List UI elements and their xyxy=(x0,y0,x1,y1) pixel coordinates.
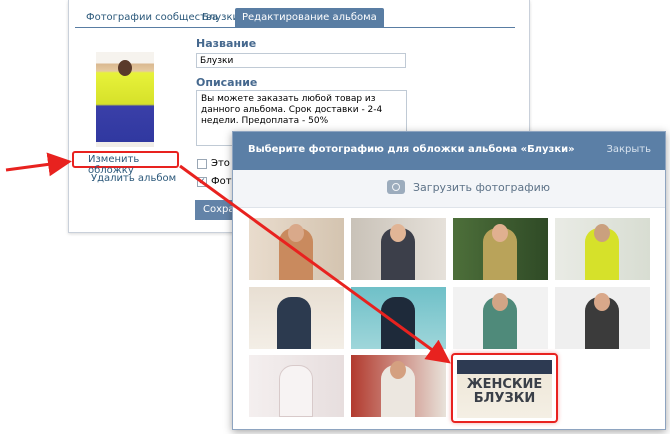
album-cover-image xyxy=(96,52,154,147)
dialog-header: Выберите фотографию для обложки альбома … xyxy=(233,132,665,170)
photo-thumb[interactable] xyxy=(351,287,446,349)
blouses-cover-image: ЖЕНСКИЕ БЛУЗКИ xyxy=(457,360,552,418)
album-name-input[interactable]: Блузки xyxy=(196,53,406,68)
highlighted-cover-thumb[interactable]: ЖЕНСКИЕ БЛУЗКИ xyxy=(451,353,558,423)
model-face xyxy=(390,224,406,242)
model-face xyxy=(594,224,610,242)
blouse-figure xyxy=(277,297,311,349)
upload-photo-label: Загрузить фотографию xyxy=(413,181,551,194)
photo-thumb[interactable] xyxy=(453,287,548,349)
change-cover-button[interactable]: Изменить обложку xyxy=(72,151,179,176)
photo-thumb[interactable] xyxy=(555,218,650,280)
arrow-to-change-cover xyxy=(5,152,72,177)
photo-thumb[interactable] xyxy=(249,355,344,417)
upload-photo-bar[interactable]: Загрузить фотографию xyxy=(233,170,665,208)
model-face xyxy=(492,293,508,311)
name-label: Название xyxy=(196,37,257,50)
dialog-title: Выберите фотографию для обложки альбома … xyxy=(248,144,575,155)
description-label: Описание xyxy=(196,76,258,89)
model-figure xyxy=(279,365,313,417)
delete-album-link[interactable]: Удалить альбом xyxy=(91,173,176,184)
model-face xyxy=(288,224,304,242)
photo-thumb[interactable] xyxy=(249,287,344,349)
model-face xyxy=(492,224,508,242)
model-face xyxy=(390,361,406,379)
photo-thumb[interactable] xyxy=(351,355,446,417)
tabs-bar: Фотографии сообщества Блузки Редактирова… xyxy=(75,6,515,28)
screenshot-stage: Фотографии сообщества Блузки Редактирова… xyxy=(0,0,670,434)
cover-image-text: ЖЕНСКИЕ БЛУЗКИ xyxy=(466,377,543,406)
photo-thumb[interactable] xyxy=(351,218,446,280)
dialog-close-link[interactable]: Закрыть xyxy=(606,144,651,155)
main-album-checkbox[interactable] xyxy=(197,159,207,169)
photo-thumb[interactable] xyxy=(555,287,650,349)
blouse-figure xyxy=(381,297,415,349)
model-face xyxy=(594,293,610,311)
tab-edit-album[interactable]: Редактирование альбома xyxy=(235,8,384,28)
choose-cover-dialog: Выберите фотографию для обложки альбома … xyxy=(232,131,666,430)
photo-thumb[interactable] xyxy=(249,218,344,280)
cover-figure-head xyxy=(118,60,132,76)
camera-icon xyxy=(387,180,405,194)
photo-checkbox[interactable]: ✓ xyxy=(197,177,207,187)
photo-thumb[interactable] xyxy=(453,218,548,280)
